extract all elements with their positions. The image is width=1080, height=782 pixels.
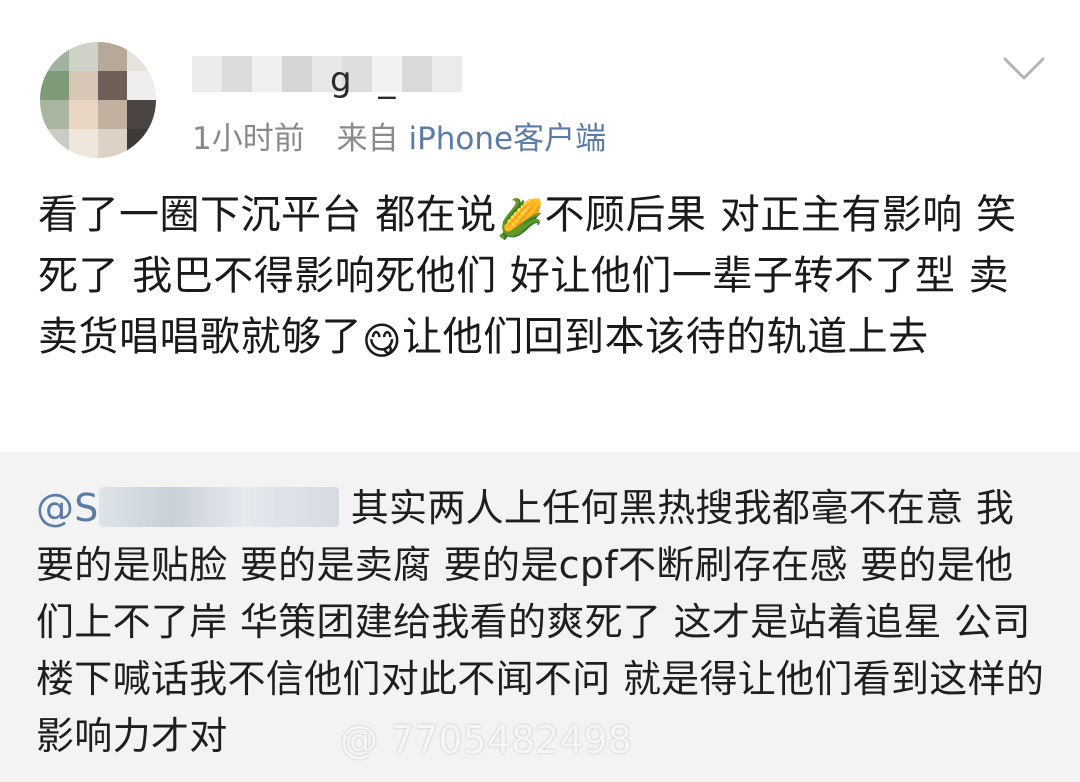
username-blurred[interactable] bbox=[192, 56, 462, 92]
mention-blurred bbox=[98, 487, 339, 527]
source-prefix: 来自 bbox=[336, 121, 399, 157]
repost-mention[interactable]: @S bbox=[36, 486, 99, 530]
post-meta: 1小时前 来自 iPhone客户端 bbox=[192, 113, 606, 158]
yum-face-emoji-icon: 😋 bbox=[362, 319, 403, 363]
chevron-down-icon[interactable] bbox=[1002, 55, 1046, 83]
corn-emoji-icon: 🌽 bbox=[496, 197, 545, 241]
post-text-part3: 让他们回到本该待的轨道上去 bbox=[402, 314, 929, 360]
post-source[interactable]: iPhone客户端 bbox=[408, 121, 606, 157]
post-text-part1: 看了一圈下沉平台 都在说 bbox=[38, 192, 497, 238]
weibo-screenshot: g _ 1小时前 来自 iPhone客户端 看了一圈下沉平台 都在说🌽不顾后果 … bbox=[0, 0, 1080, 782]
watermark: @ 7705482498 bbox=[340, 718, 632, 762]
post-body: 看了一圈下沉平台 都在说🌽不顾后果 对正主有影响 笑死了 我巴不得影响死他们 好… bbox=[38, 185, 1048, 368]
user-avatar[interactable] bbox=[40, 42, 156, 158]
post-card: g _ 1小时前 来自 iPhone客户端 看了一圈下沉平台 都在说🌽不顾后果 … bbox=[0, 0, 1080, 452]
username-suffix: g _ bbox=[330, 60, 404, 100]
post-time: 1小时前 bbox=[192, 121, 305, 157]
